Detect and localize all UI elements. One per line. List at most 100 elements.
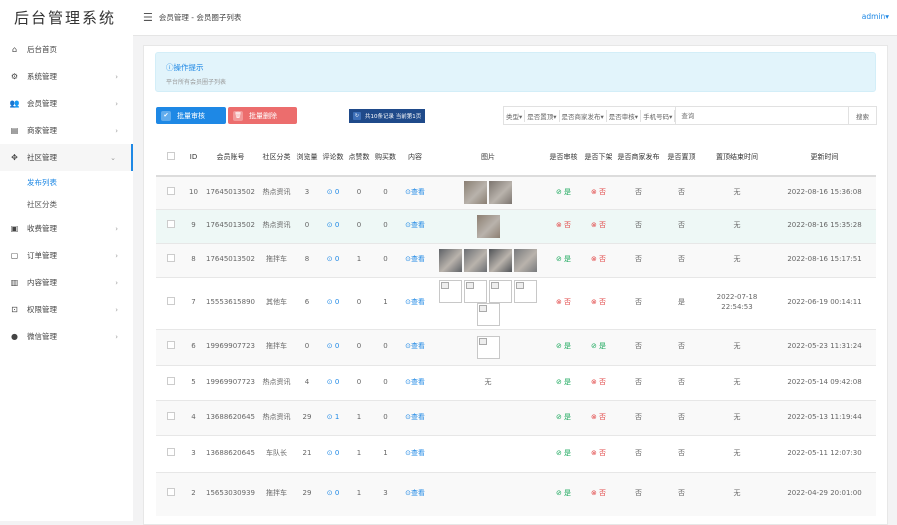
sidebar-item[interactable]: ▢ 订单管理 › [0,242,133,269]
comment-count[interactable]: 0 [335,449,339,457]
comment-count[interactable]: 0 [335,188,339,196]
row-checkbox[interactable] [166,297,175,306]
table-row[interactable]: 5 19969907723 热点资讯 4 ⊙ 0 0 0 ⊙查看无 ⊘ 是 ⊗ 否否否无 2022-… [156,364,876,400]
comment-count[interactable]: 0 [335,489,339,497]
thumbnail-image[interactable] [489,248,512,272]
search-input[interactable] [675,107,772,124]
table-row[interactable]: 7 15553615890 其他车 6 ⊙ 0 0 1 ⊙查看 ⊗ 否 ⊗ 否否是 2022-07-… [156,276,876,329]
row-checkbox[interactable] [166,447,175,456]
thumbnail-image[interactable] [439,248,462,272]
comment-count[interactable]: 0 [335,221,339,229]
sidebar-item[interactable]: ⊡ 权限管理 › [0,296,133,323]
sidebar-item[interactable]: ▤ 商家管理 › [0,117,133,144]
cell-account-link[interactable]: 19969907723 [202,364,259,400]
thumbnail-image[interactable] [464,248,487,272]
row-checkbox[interactable] [166,220,175,229]
table-row[interactable]: 8 17645013502 拖拌车 8 ⊙ 0 1 0 ⊙查看 ⊘ 是 ⊗ 否否否无 2022-08… [156,242,876,277]
wechat-icon: ● [11,332,18,341]
comment-count[interactable]: 0 [335,255,339,263]
filter-dropdown[interactable]: 是否置顶▾ [525,111,558,121]
thumbnail-image[interactable] [476,214,500,238]
broken-image[interactable] [464,280,487,303]
row-checkbox[interactable] [166,488,175,497]
table-row[interactable]: 2 15653030939 拖拌车 29 ⊙ 0 1 3 ⊙查看 ⊘ 是 ⊗ 否否否无 2022-0… [156,471,876,516]
sidebar-item[interactable]: ▣ 收费管理 › [0,215,133,242]
thumbnail-image[interactable] [464,181,487,205]
comment-count[interactable]: 1 [335,413,339,421]
search-button[interactable]: 搜索 [848,107,876,124]
thumbnail-image[interactable] [489,181,512,205]
cell-account-link[interactable]: 15553615890 [202,276,259,329]
cell-comments[interactable]: ⊙ 0 [320,175,346,209]
sidebar-subitem[interactable]: 社区分类 [0,193,133,215]
batch-delete-button[interactable]: 🗑 批量删除 [228,107,297,124]
column-header: 是否审核 [549,152,578,161]
comment-count[interactable]: 0 [335,298,339,306]
sidebar-subitem[interactable]: 发布列表 [0,171,133,193]
view-link[interactable]: ⊙查看 [405,255,425,264]
cell-account-link[interactable]: 17645013502 [202,242,259,277]
cell-account-link[interactable]: 17645013502 [202,208,259,243]
table-row[interactable]: 3 13688620645 车队长 21 ⊙ 0 1 1 ⊙查看 ⊘ 是 ⊗ 否否否无 2022-0… [156,434,876,472]
sidebar-item[interactable]: ● 微信管理 › [0,323,133,350]
cell-comments[interactable]: ⊙ 0 [320,434,346,472]
table-row[interactable]: 10 17645013502 热点资讯 3 ⊙ 0 0 0 ⊙查看 ⊘ 是 ⊗ 否否否无 2022-… [156,175,876,209]
table-row[interactable]: 9 17645013502 热点资讯 0 ⊙ 0 0 0 ⊙查看 ⊗ 否 ⊗ 否否否无 2022-0… [156,208,876,243]
view-link[interactable]: ⊙查看 [405,449,425,458]
chevron-right-icon: › [115,99,118,108]
refresh-icon[interactable]: ↻ [353,112,361,120]
cell-id: 4 [185,399,202,435]
comment-count[interactable]: 0 [335,342,339,350]
select-all-checkbox[interactable] [166,151,175,160]
broken-image[interactable] [476,335,500,359]
cell-images: 无 [431,364,545,400]
cell-account-link[interactable]: 17645013502 [202,175,259,209]
cell-account-link[interactable]: 13688620645 [202,399,259,435]
cell-account-link[interactable]: 15653030939 [202,471,259,516]
filter-dropdown[interactable]: 手机号码▾ [641,111,674,121]
comment-count[interactable]: 0 [335,378,339,386]
gear-icon: ⚙ [10,72,19,81]
cell-comments[interactable]: ⊙ 0 [320,328,346,365]
cell-comments[interactable]: ⊙ 0 [320,242,346,277]
view-link[interactable]: ⊙查看 [405,342,425,351]
batch-audit-button[interactable]: ✔ 批量审核 [156,107,226,124]
cell-account-link[interactable]: 13688620645 [202,434,259,472]
cell-comments[interactable]: ⊙ 0 [320,276,346,329]
view-link[interactable]: ⊙查看 [405,188,425,197]
filter-dropdown[interactable]: 类型▾ [504,111,524,121]
table-row[interactable]: 4 13688620645 热点资讯 29 ⊙ 1 1 0 ⊙查看 ⊘ 是 ⊗ 否否否无 2022-… [156,399,876,435]
sidebar-item[interactable]: ⚙ 系统管理 › [0,63,133,90]
row-checkbox[interactable] [166,254,175,263]
filter-dropdown[interactable]: 是否审核▾ [607,111,640,121]
sidebar-item[interactable]: ⌂ 后台首页 [0,36,133,63]
row-checkbox[interactable] [166,341,175,350]
broken-image[interactable] [489,280,512,303]
thumbnail-image[interactable] [514,248,537,272]
table-row[interactable]: 6 19969907723 拖拌车 0 ⊙ 0 0 0 ⊙查看 ⊘ 是 ⊘ 是否否无 2022-05… [156,328,876,365]
cell-buys: 1 [372,276,399,329]
view-link[interactable]: ⊙查看 [405,378,425,387]
sidebar-item[interactable]: 👥 会员管理 › [0,90,133,117]
broken-image[interactable] [476,303,500,326]
broken-image[interactable] [439,280,462,303]
view-link[interactable]: ⊙查看 [405,298,425,307]
row-checkbox[interactable] [166,186,175,195]
view-link[interactable]: ⊙查看 [405,413,425,422]
sidebar-item[interactable]: ▥ 内容管理 › [0,269,133,296]
view-link[interactable]: ⊙查看 [405,221,425,230]
checkbox-cell [156,434,185,472]
row-checkbox[interactable] [166,376,175,385]
row-checkbox[interactable] [166,411,175,420]
user-menu[interactable]: admin▾ [862,12,889,21]
hamburger-icon[interactable]: ☰ [143,11,153,24]
cell-account-link[interactable]: 19969907723 [202,328,259,365]
filter-dropdown[interactable]: 是否商家发布▾ [560,111,606,121]
broken-image[interactable] [514,280,537,303]
cell-comments[interactable]: ⊙ 0 [320,364,346,400]
view-link[interactable]: ⊙查看 [405,489,425,498]
cell-comments[interactable]: ⊙ 0 [320,471,346,516]
sidebar-item[interactable]: ✥ 社区管理 ⌄ [0,144,133,171]
cell-comments[interactable]: ⊙ 0 [320,208,346,243]
cell-comments[interactable]: ⊙ 1 [320,399,346,435]
